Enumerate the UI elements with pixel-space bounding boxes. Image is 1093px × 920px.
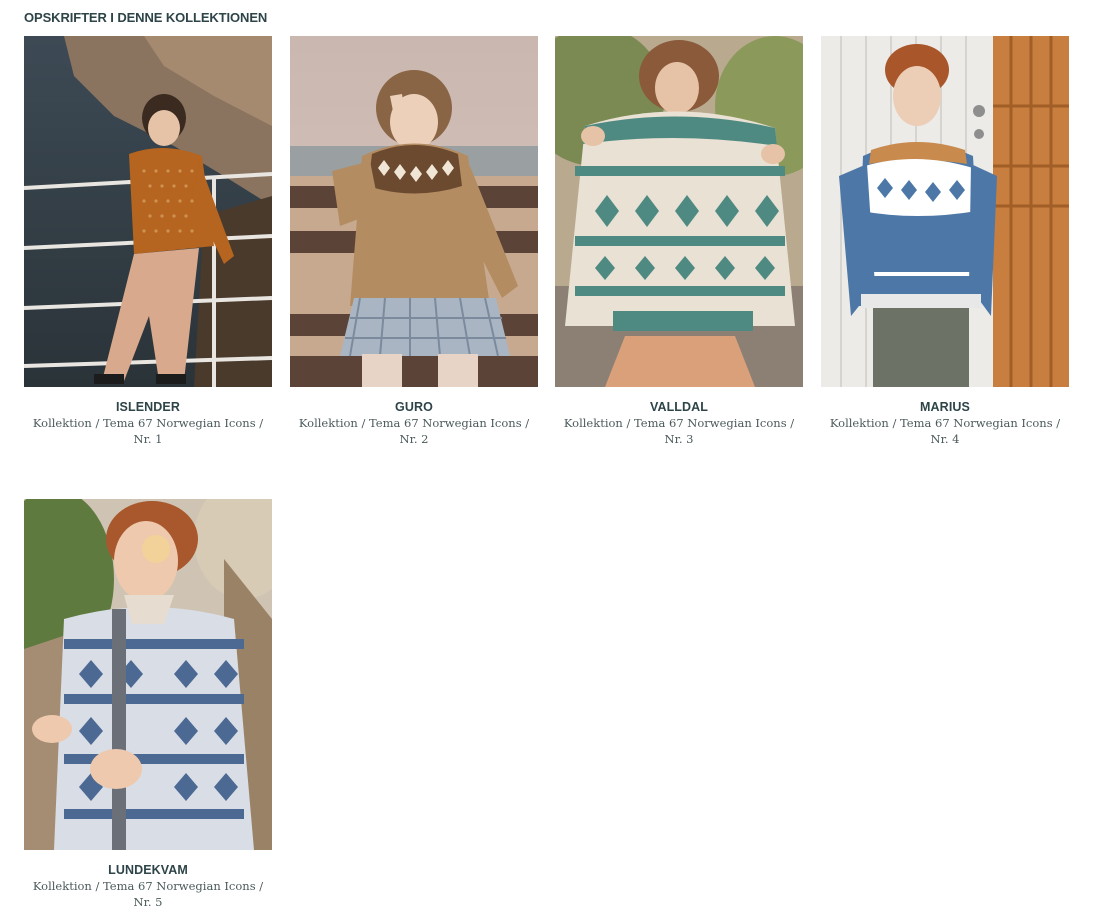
pattern-image-guro[interactable]: [290, 36, 538, 387]
section-title: OPSKRIFTER I DENNE KOLLEKTIONEN: [24, 10, 268, 25]
pattern-card-valldal[interactable]: VALLDAL Kollektion / Tema 67 Norwegian I…: [555, 36, 803, 447]
pattern-meta: Kollektion / Tema 67 Norwegian Icons / N…: [829, 416, 1061, 446]
pattern-name[interactable]: ISLENDER: [24, 400, 272, 414]
pattern-name[interactable]: LUNDEKVAM: [24, 863, 272, 877]
pattern-image-lundekvam[interactable]: [24, 499, 272, 850]
pattern-image-marius[interactable]: [821, 36, 1069, 387]
pattern-image-valldal[interactable]: [555, 36, 803, 387]
pattern-name[interactable]: GURO: [290, 400, 538, 414]
pattern-image-islender[interactable]: [24, 36, 272, 387]
pattern-card-marius[interactable]: MARIUS Kollektion / Tema 67 Norwegian Ic…: [821, 36, 1069, 447]
pattern-name[interactable]: MARIUS: [821, 400, 1069, 414]
pattern-card-guro[interactable]: GURO Kollektion / Tema 67 Norwegian Icon…: [290, 36, 538, 447]
pattern-meta: Kollektion / Tema 67 Norwegian Icons / N…: [298, 416, 530, 446]
pattern-meta: Kollektion / Tema 67 Norwegian Icons / N…: [563, 416, 795, 446]
pattern-card-lundekvam[interactable]: LUNDEKVAM Kollektion / Tema 67 Norwegian…: [24, 499, 272, 910]
pattern-name[interactable]: VALLDAL: [555, 400, 803, 414]
pattern-meta: Kollektion / Tema 67 Norwegian Icons / N…: [32, 879, 264, 909]
pattern-card-islender[interactable]: ISLENDER Kollektion / Tema 67 Norwegian …: [24, 36, 272, 447]
pattern-meta: Kollektion / Tema 67 Norwegian Icons / N…: [32, 416, 264, 446]
